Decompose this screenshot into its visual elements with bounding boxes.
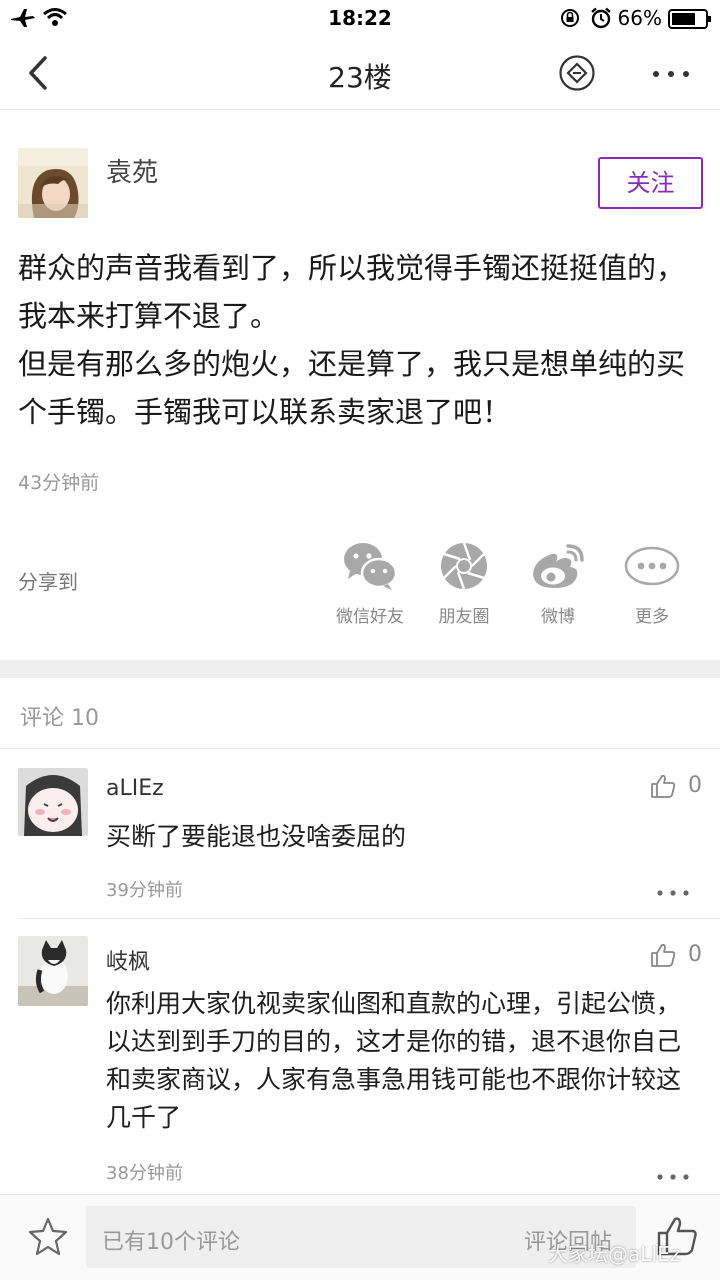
author-avatar[interactable]	[18, 148, 88, 218]
share-more[interactable]: 更多	[607, 540, 697, 627]
share-target-label: 更多	[635, 607, 669, 627]
status-bar: 18:22 66%	[0, 0, 720, 36]
more-icon	[624, 546, 680, 586]
like-button[interactable]: 0	[650, 942, 710, 972]
author-name[interactable]: 袁苑	[106, 152, 158, 189]
alarm-icon	[591, 7, 611, 29]
comment-text: 你利用大家仇视卖家仙图和直款的心理，引起公愤，以达到到手刀的目的，这才是你的错，…	[106, 989, 682, 1132]
more-menu-icon[interactable]	[652, 70, 690, 78]
like-count: 0	[688, 942, 702, 967]
like-count: 0	[688, 773, 702, 798]
share-wechat-friend[interactable]: 微信好友	[325, 540, 415, 627]
share-target-label: 微信好友	[336, 607, 404, 627]
share-moments[interactable]: 朋友圈	[419, 540, 509, 627]
watermark: 大家坛@aLIEz	[548, 1242, 681, 1266]
wechat-icon	[344, 543, 398, 590]
status-time: 18:22	[328, 6, 392, 30]
thumbs-up-icon	[651, 774, 676, 798]
comments-header: 评论 10	[20, 706, 99, 731]
comment-avatar[interactable]	[18, 936, 88, 1006]
comment-author[interactable]: aLIEz	[106, 776, 164, 801]
comment-avatar[interactable]	[18, 768, 88, 836]
comment-text: 买断了要能退也没啥委屈的	[106, 822, 407, 851]
nav-bar: 23楼	[0, 36, 720, 110]
moments-icon	[441, 542, 487, 590]
divider	[18, 918, 720, 919]
post-body: 群众的声音我看到了，所以我觉得手镯还挺挺值的，我本来打算不退了。 但是有那么多的…	[18, 244, 708, 436]
battery-icon	[668, 9, 711, 29]
post-timestamp: 43分钟前	[18, 472, 100, 494]
comment-timestamp: 39分钟前	[106, 880, 183, 901]
share-label: 分享到	[18, 570, 78, 594]
like-button[interactable]: 0	[650, 773, 710, 803]
post-paragraph: 群众的声音我看到了，所以我觉得手镯还挺挺值的，我本来打算不退了。	[18, 251, 686, 333]
battery-percent: 66%	[617, 6, 662, 30]
thumbs-up-icon	[651, 943, 676, 967]
comment-timestamp: 38分钟前	[106, 1163, 183, 1184]
share-weibo[interactable]: 微博	[513, 540, 603, 627]
share-target-label: 朋友圈	[438, 607, 490, 627]
weibo-icon	[533, 544, 584, 588]
follow-button[interactable]: 关注	[598, 157, 703, 209]
page-title: 23楼	[328, 61, 392, 94]
comment-input-placeholder[interactable]: 已有10个评论	[102, 1224, 240, 1256]
comment-more-icon[interactable]	[656, 1172, 690, 1182]
section-divider	[0, 660, 720, 678]
divider	[0, 748, 720, 749]
comment-more-icon[interactable]	[656, 888, 690, 898]
diamond-badge-icon[interactable]	[558, 54, 596, 92]
orientation-lock-icon	[561, 9, 579, 27]
post-paragraph: 但是有那么多的炮火，还是算了，我只是想单纯的买个手镯。手镯我可以联系卖家退了吧！	[18, 347, 686, 429]
comment-author[interactable]: 岐枫	[106, 944, 150, 976]
share-target-label: 微博	[541, 607, 575, 627]
star-icon[interactable]	[28, 1216, 68, 1256]
